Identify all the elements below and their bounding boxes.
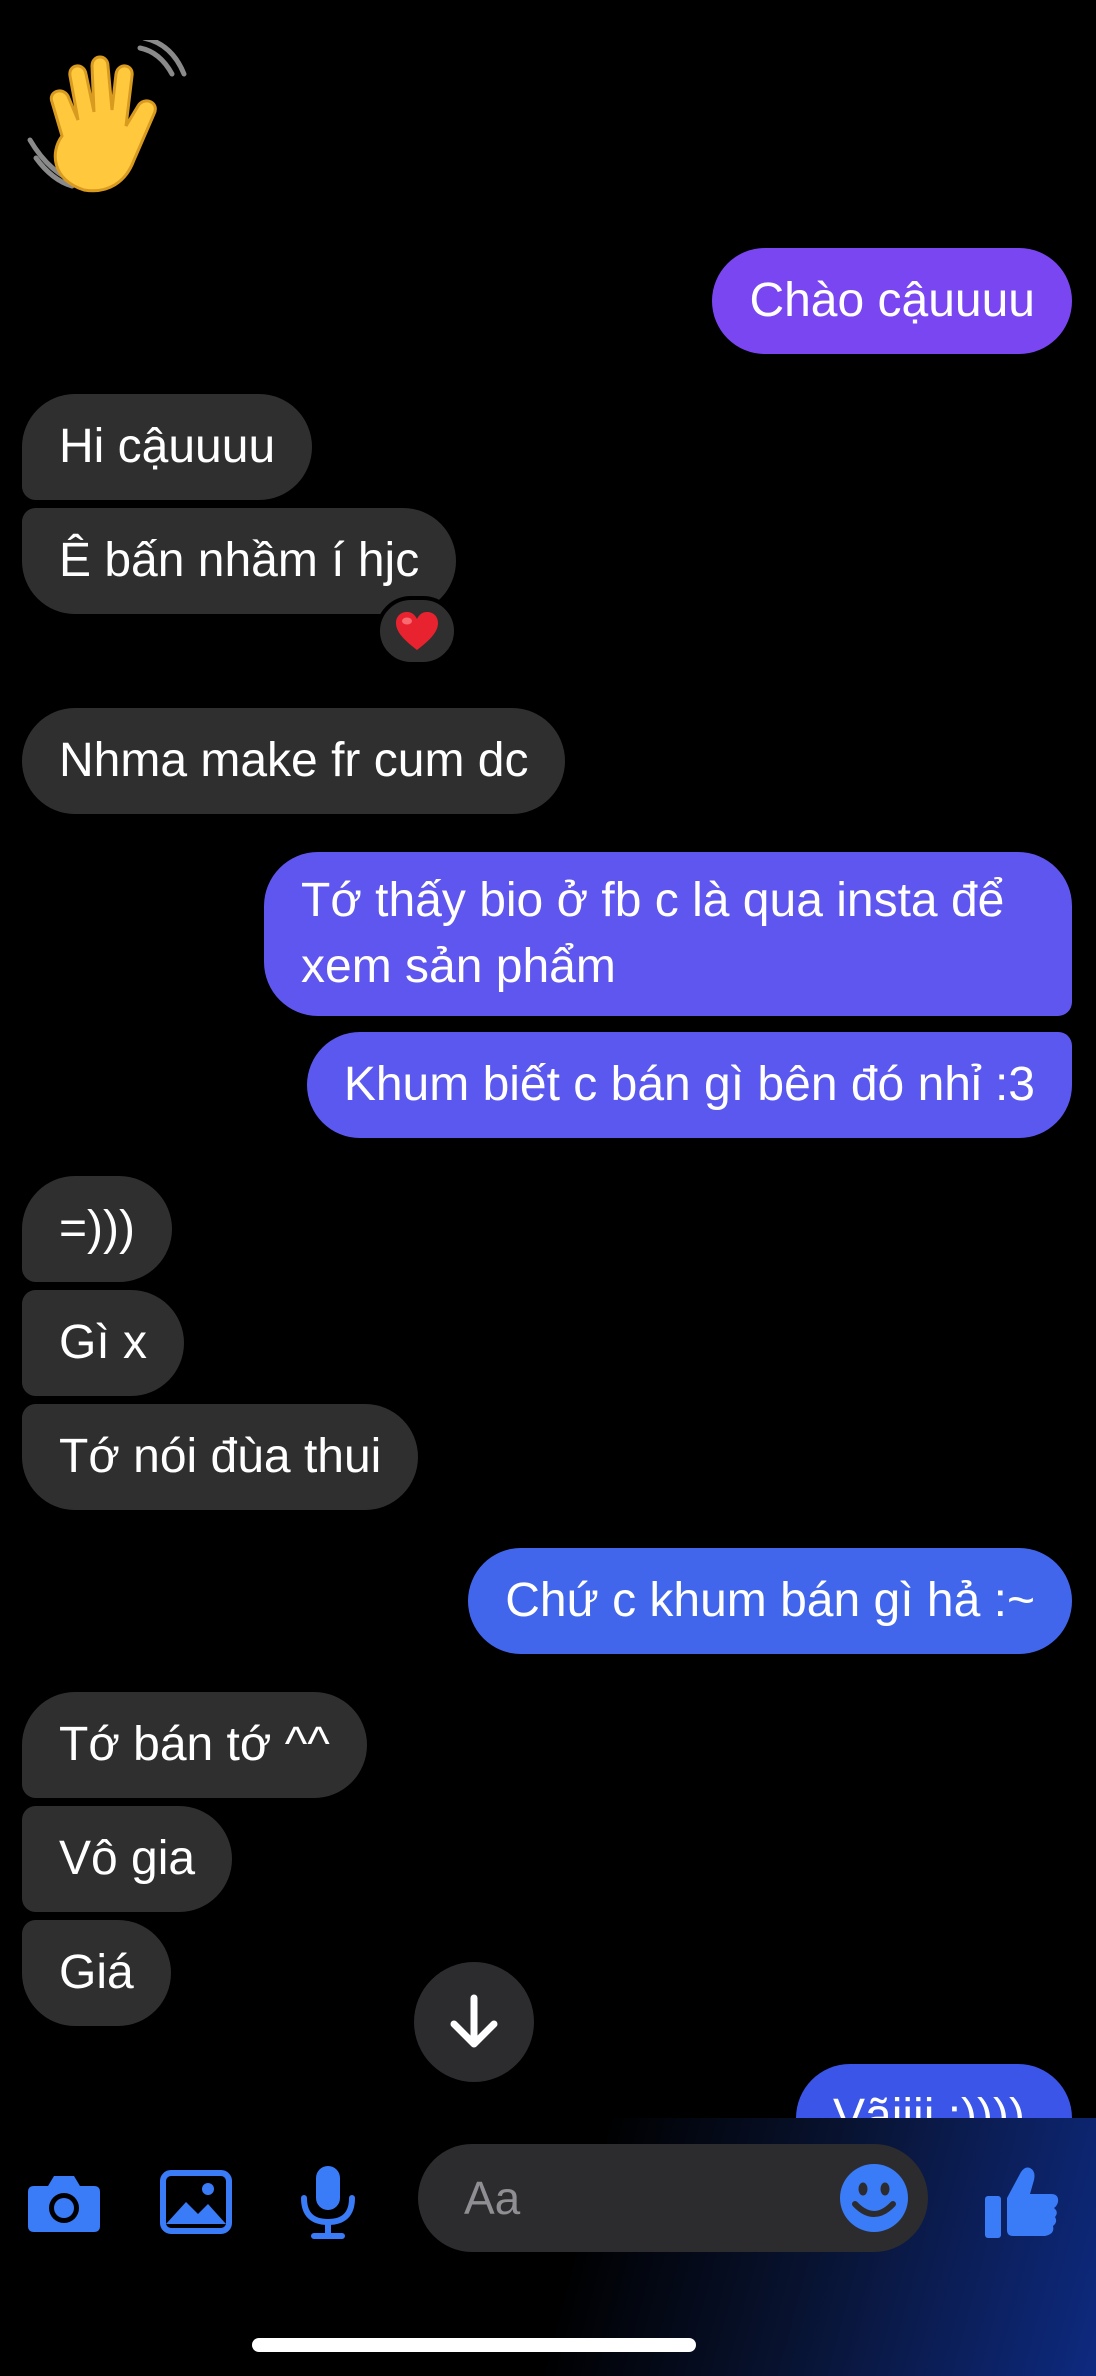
photo-icon	[160, 2170, 232, 2234]
message-input-placeholder: Aa	[464, 2172, 521, 2224]
microphone-icon	[301, 2166, 355, 2239]
outgoing-message[interactable]: Tớ thấy bio ở fb c là qua insta để xem s…	[264, 852, 1072, 1016]
incoming-message[interactable]: Ê bấn nhầm í hjc	[22, 508, 457, 614]
outgoing-message[interactable]: Chào cậuuuu	[712, 248, 1072, 354]
arrow-down-icon	[450, 1994, 498, 2048]
incoming-message[interactable]: Vô gia	[22, 1806, 233, 1912]
like-icon	[985, 2167, 1059, 2238]
incoming-message[interactable]: Tớ bán tớ ^^	[22, 1692, 367, 1798]
outgoing-message[interactable]: Khum biết c bán gì bên đó nhỉ :3	[306, 1032, 1072, 1138]
heart-icon	[396, 612, 438, 650]
waving-hand-icon	[27, 40, 187, 193]
emoji-icon[interactable]	[838, 2162, 910, 2234]
camera-button[interactable]	[24, 2162, 104, 2242]
incoming-message[interactable]: Gì x	[22, 1290, 185, 1396]
camera-icon	[28, 2176, 100, 2232]
incoming-message[interactable]: Nhma make fr cum dc	[22, 708, 566, 814]
heart-reaction[interactable]	[376, 596, 458, 666]
like-button[interactable]	[976, 2162, 1068, 2242]
incoming-message[interactable]: Giá	[22, 1920, 171, 2026]
microphone-button[interactable]	[288, 2162, 368, 2242]
incoming-message[interactable]: Hi cậuuuu	[22, 394, 313, 500]
scroll-to-bottom-button[interactable]	[414, 1962, 534, 2082]
home-indicator	[252, 2338, 696, 2352]
message-input[interactable]: Aa	[418, 2144, 928, 2252]
incoming-message[interactable]: Tớ nói đùa thui	[22, 1404, 419, 1510]
outgoing-message[interactable]: Chứ c khum bán gì hả :~	[468, 1548, 1072, 1654]
photo-button[interactable]	[156, 2162, 236, 2242]
incoming-message[interactable]: =)))	[22, 1176, 172, 1282]
